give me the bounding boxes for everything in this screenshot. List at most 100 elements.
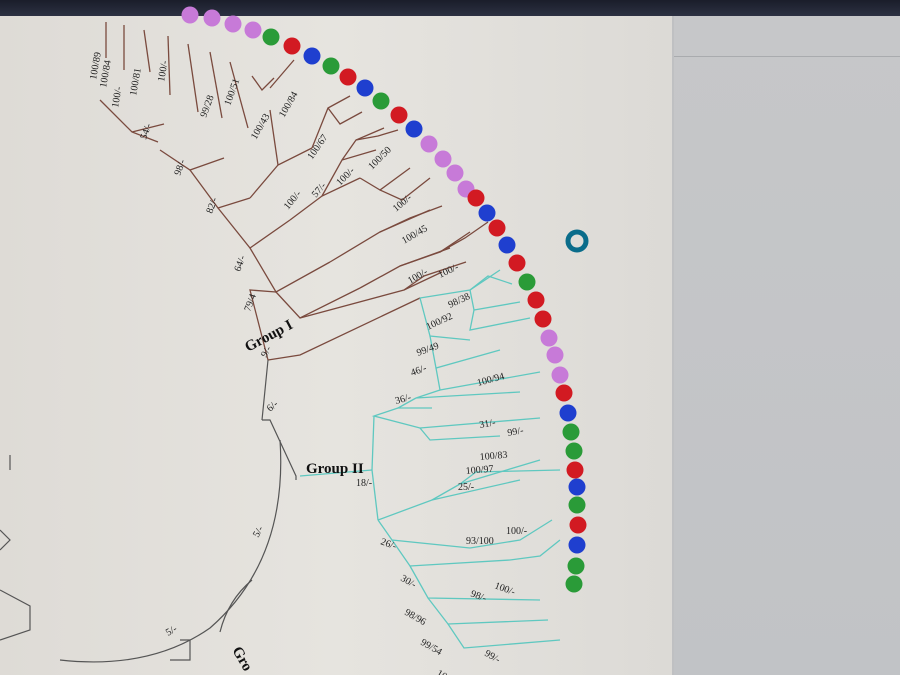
bootstrap-label: 25/-	[458, 482, 474, 493]
taxon-marker	[527, 291, 545, 309]
bootstrap-label: 100/92	[425, 311, 455, 333]
tree-branch	[509, 539, 561, 561]
bootstrap-label: 36/-	[394, 392, 412, 407]
bootstrap-label: 98/-	[172, 158, 188, 177]
taxon-marker	[322, 57, 340, 75]
bootstrap-label: 100/83	[479, 450, 508, 463]
taxon-marker	[498, 236, 516, 254]
taxon-marker	[390, 106, 408, 124]
bootstrap-label: 64/-	[232, 254, 248, 273]
taxon-marker	[181, 6, 199, 24]
bootstrap-label: 100/50	[366, 145, 393, 172]
taxon-marker	[446, 164, 464, 182]
bootstrap-label: 100/-	[156, 60, 170, 83]
taxon-marker	[568, 536, 586, 554]
taxon-marker	[567, 557, 585, 575]
taxon-marker	[434, 150, 452, 168]
bootstrap-label: 98/-	[469, 588, 488, 604]
bootstrap-label: 100/-	[506, 526, 527, 537]
tree-branch	[143, 29, 151, 73]
tree-branch	[249, 147, 313, 199]
tree-branch	[447, 623, 561, 649]
tree-branch	[371, 469, 379, 521]
tree-branch	[261, 359, 269, 421]
tree-branch	[359, 167, 411, 191]
taxon-marker	[224, 15, 242, 33]
taxon-marker	[540, 329, 558, 347]
taxon-marker	[356, 79, 374, 97]
tree-branch	[429, 335, 501, 369]
taxon-marker	[565, 442, 583, 460]
bootstrap-label: 5/-	[164, 624, 179, 639]
taxon-marker	[283, 37, 301, 55]
tree-branch	[469, 309, 531, 331]
taxon-marker	[569, 516, 587, 534]
taxon-marker	[420, 135, 438, 153]
tree-branch	[415, 389, 521, 399]
taxon-marker	[303, 47, 321, 65]
bootstrap-label: 57/-	[310, 181, 329, 200]
taxon-marker	[478, 204, 496, 222]
bootstrap-label: 99/49	[415, 341, 440, 359]
taxon-marker	[467, 189, 485, 207]
tree-branch	[371, 415, 375, 471]
taxon-marker	[566, 461, 584, 479]
taxon-marker	[488, 219, 506, 237]
bootstrap-label: 100/43	[249, 112, 272, 142]
bootstrap-label: 93/100	[466, 536, 494, 547]
bootstrap-label: 100/84	[277, 90, 300, 120]
tree-branch	[219, 579, 253, 633]
tree-branch	[170, 639, 191, 661]
bootstrap-label: 100/-	[493, 580, 517, 598]
tree-branch	[419, 427, 501, 441]
tree-branch	[439, 221, 489, 253]
bootstrap-label: 98/96	[403, 607, 428, 628]
tree-branch	[249, 247, 331, 293]
taxon-marker	[562, 423, 580, 441]
bootstrap-label: 26/-	[379, 536, 398, 552]
bootstrap-label: 99/-	[507, 425, 525, 439]
taxon-marker	[568, 496, 586, 514]
bootstrap-label: 100/45	[400, 223, 430, 246]
bootstrap-label: 31/-	[479, 417, 497, 431]
bootstrap-label: 100/67	[305, 133, 330, 162]
taxon-marker	[568, 478, 586, 496]
tree-branch	[217, 207, 291, 249]
bootstrap-label: 100/-	[110, 86, 124, 109]
tree-branch	[371, 407, 541, 429]
tree-branch	[159, 149, 225, 171]
tree-branch	[469, 289, 521, 311]
bootstrap-label: 100/94	[476, 371, 506, 389]
bootstrap-label: 54/-	[138, 122, 154, 141]
bootstrap-label: 100/81	[128, 67, 144, 96]
tree-branch	[0, 529, 11, 551]
taxon-marker	[555, 384, 573, 402]
tree-branch	[189, 169, 251, 209]
bootstrap-label: 100/-	[282, 189, 304, 212]
tree-branch	[359, 247, 451, 289]
group-iii-label: Gro	[229, 644, 256, 674]
bootstrap-label: 82/-	[204, 196, 220, 215]
tree-branch	[327, 107, 363, 125]
taxon-marker	[405, 120, 423, 138]
taxon-marker	[262, 28, 280, 46]
tree-branch	[269, 59, 295, 89]
bootstrap-label: 100/-	[391, 192, 414, 214]
tree-branch	[262, 419, 297, 480]
bootstrap-label: 99/-	[483, 648, 502, 666]
bootstrap-label: 99/28	[198, 94, 216, 119]
bootstrap-label: 100/51	[222, 77, 242, 107]
taxon-marker	[508, 254, 526, 272]
taxon-marker	[372, 92, 390, 110]
bootstrap-label: 6/-	[265, 399, 281, 415]
tree-branch	[0, 589, 31, 641]
bootstrap-label: 46/-	[409, 363, 428, 379]
group-ii-label: Group II	[306, 461, 364, 477]
taxon-marker	[244, 21, 262, 39]
bootstrap-label: 18/-	[356, 478, 372, 489]
taxon-marker	[565, 575, 583, 593]
tree-branch	[377, 479, 521, 521]
bootstrap-label: 100/	[435, 668, 456, 675]
taxon-marker	[203, 9, 221, 27]
tree-branch	[427, 597, 549, 625]
